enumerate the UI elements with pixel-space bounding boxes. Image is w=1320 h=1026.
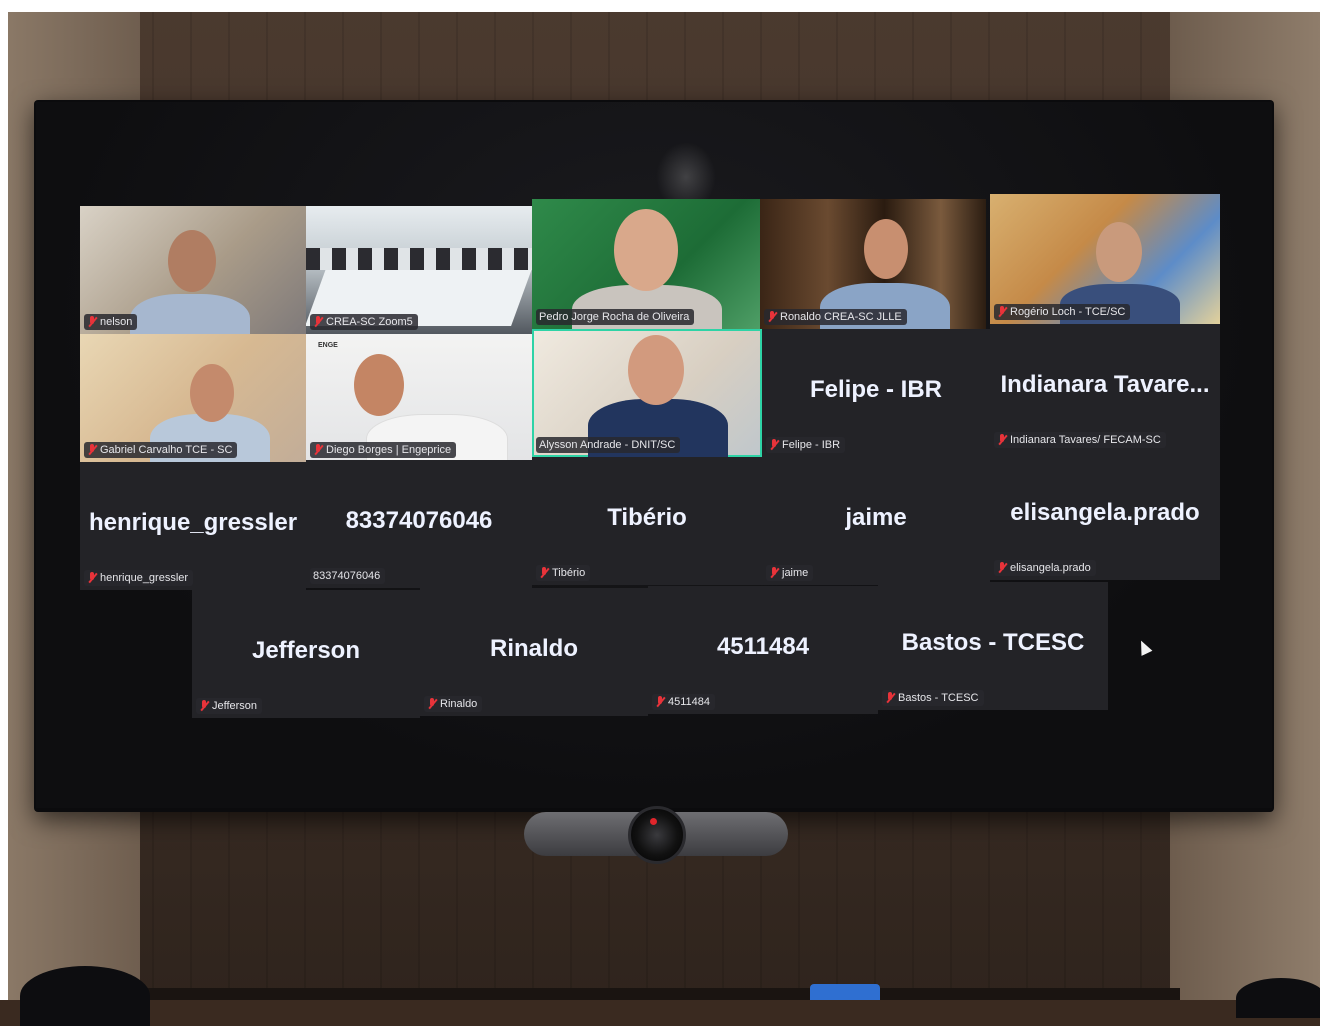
participant-label: Ronaldo CREA-SC JLLE	[764, 309, 907, 325]
active-speaker-tile[interactable]: Alysson Andrade - DNIT/SC	[532, 329, 762, 457]
camera-lens-icon	[628, 806, 686, 864]
participant-label: Jefferson	[196, 698, 263, 714]
conference-camera	[524, 806, 788, 864]
video-tile[interactable]: Ronaldo CREA-SC JLLE	[760, 199, 986, 329]
participant-label: Diego Borges | Engeprice	[310, 442, 457, 458]
slide-header-text: ENGE	[318, 342, 338, 349]
participant-display-name: henrique_gressler	[88, 509, 298, 537]
participant-display-name: elisangela.prado	[1010, 499, 1200, 527]
video-tile[interactable]: nelson	[80, 206, 306, 334]
blue-object	[810, 984, 880, 1000]
participant-label: Gabriel Carvalho TCE - SC	[84, 442, 238, 458]
participant-label: Felipe - IBR	[766, 437, 846, 453]
muted-mic-icon	[769, 567, 779, 579]
participant-display-name: 83374076046	[345, 507, 493, 535]
name-tile[interactable]: Indianara Tavare... Indianara Tavares/ F…	[990, 324, 1220, 452]
participant-label: Alysson Andrade - DNIT/SC	[536, 437, 681, 453]
video-call-screen: nelson CREA-SC Zoom5 Pedro Jorge Rocha d…	[36, 102, 1272, 808]
table-edge	[140, 988, 1180, 1000]
name-tile[interactable]: 4511484 4511484	[648, 586, 878, 714]
muted-mic-icon	[767, 311, 777, 323]
participant-display-name: Indianara Tavare...	[1000, 371, 1210, 399]
chair-left	[20, 966, 150, 1026]
participant-display-name: Jefferson	[251, 637, 361, 665]
chair-right	[1236, 978, 1320, 1018]
participant-label: 4511484	[652, 694, 716, 710]
muted-mic-icon	[313, 444, 323, 456]
muted-mic-icon	[199, 700, 209, 712]
participant-label: elisangela.prado	[994, 560, 1096, 576]
muted-mic-icon	[313, 316, 323, 328]
muted-mic-icon	[539, 567, 549, 579]
participant-display-name: jaime	[845, 504, 907, 532]
muted-mic-icon	[655, 696, 665, 708]
camera-led-icon	[650, 818, 657, 825]
participant-label: jaime	[766, 565, 814, 581]
name-tile[interactable]: jaime jaime	[762, 457, 990, 585]
participant-label: CREA-SC Zoom5	[310, 314, 418, 330]
muted-mic-icon	[87, 572, 97, 584]
video-tile[interactable]: Pedro Jorge Rocha de Oliveira	[532, 199, 760, 329]
participant-display-name: Tibério	[607, 504, 687, 532]
muted-mic-icon	[427, 698, 437, 710]
name-tile[interactable]: Felipe - IBR Felipe - IBR	[762, 329, 990, 457]
participant-display-name: 4511484	[716, 633, 810, 661]
name-tile[interactable]: Tibério Tibério	[532, 457, 762, 585]
name-tile[interactable]: 83374076046 83374076046	[306, 460, 532, 588]
mouse-cursor-icon	[1135, 638, 1153, 656]
muted-mic-icon	[997, 562, 1007, 574]
name-tile[interactable]: Jefferson Jefferson	[192, 590, 420, 718]
participant-display-name: Bastos - TCESC	[901, 629, 1085, 657]
photo-left-margin	[0, 0, 8, 1000]
video-tile[interactable]: CREA-SC Zoom5	[306, 206, 532, 334]
muted-mic-icon	[87, 316, 97, 328]
video-tile[interactable]: ENGE Diego Borges | Engeprice	[306, 334, 532, 462]
participant-label: Bastos - TCESC	[882, 690, 984, 706]
video-tile[interactable]: Gabriel Carvalho TCE - SC	[80, 334, 306, 462]
muted-mic-icon	[769, 439, 779, 451]
participant-label: Tibério	[536, 565, 591, 581]
name-tile[interactable]: Rinaldo Rinaldo	[420, 588, 648, 716]
participant-label: Rinaldo	[424, 696, 483, 712]
name-tile[interactable]: elisangela.prado elisangela.prado	[990, 452, 1220, 580]
video-tile[interactable]: Rogério Loch - TCE/SC	[990, 194, 1220, 324]
participant-label: 83374076046	[310, 568, 386, 584]
participant-display-name: Rinaldo	[490, 635, 578, 663]
participant-display-name: Felipe - IBR	[809, 376, 942, 404]
participant-label: henrique_gressler	[84, 570, 194, 586]
muted-mic-icon	[997, 434, 1007, 446]
muted-mic-icon	[885, 692, 895, 704]
participant-label: Rogério Loch - TCE/SC	[994, 304, 1131, 320]
tv-display: nelson CREA-SC Zoom5 Pedro Jorge Rocha d…	[34, 100, 1274, 812]
name-tile[interactable]: henrique_gressler henrique_gressler	[80, 462, 306, 590]
participant-label: Indianara Tavares/ FECAM-SC	[994, 432, 1166, 448]
participant-label: nelson	[84, 314, 138, 330]
room-attendees	[306, 248, 532, 270]
photo-top-margin	[0, 0, 1320, 12]
muted-mic-icon	[997, 306, 1007, 318]
muted-mic-icon	[87, 444, 97, 456]
participant-label: Pedro Jorge Rocha de Oliveira	[536, 309, 695, 325]
name-tile[interactable]: Bastos - TCESC Bastos - TCESC	[878, 582, 1108, 710]
